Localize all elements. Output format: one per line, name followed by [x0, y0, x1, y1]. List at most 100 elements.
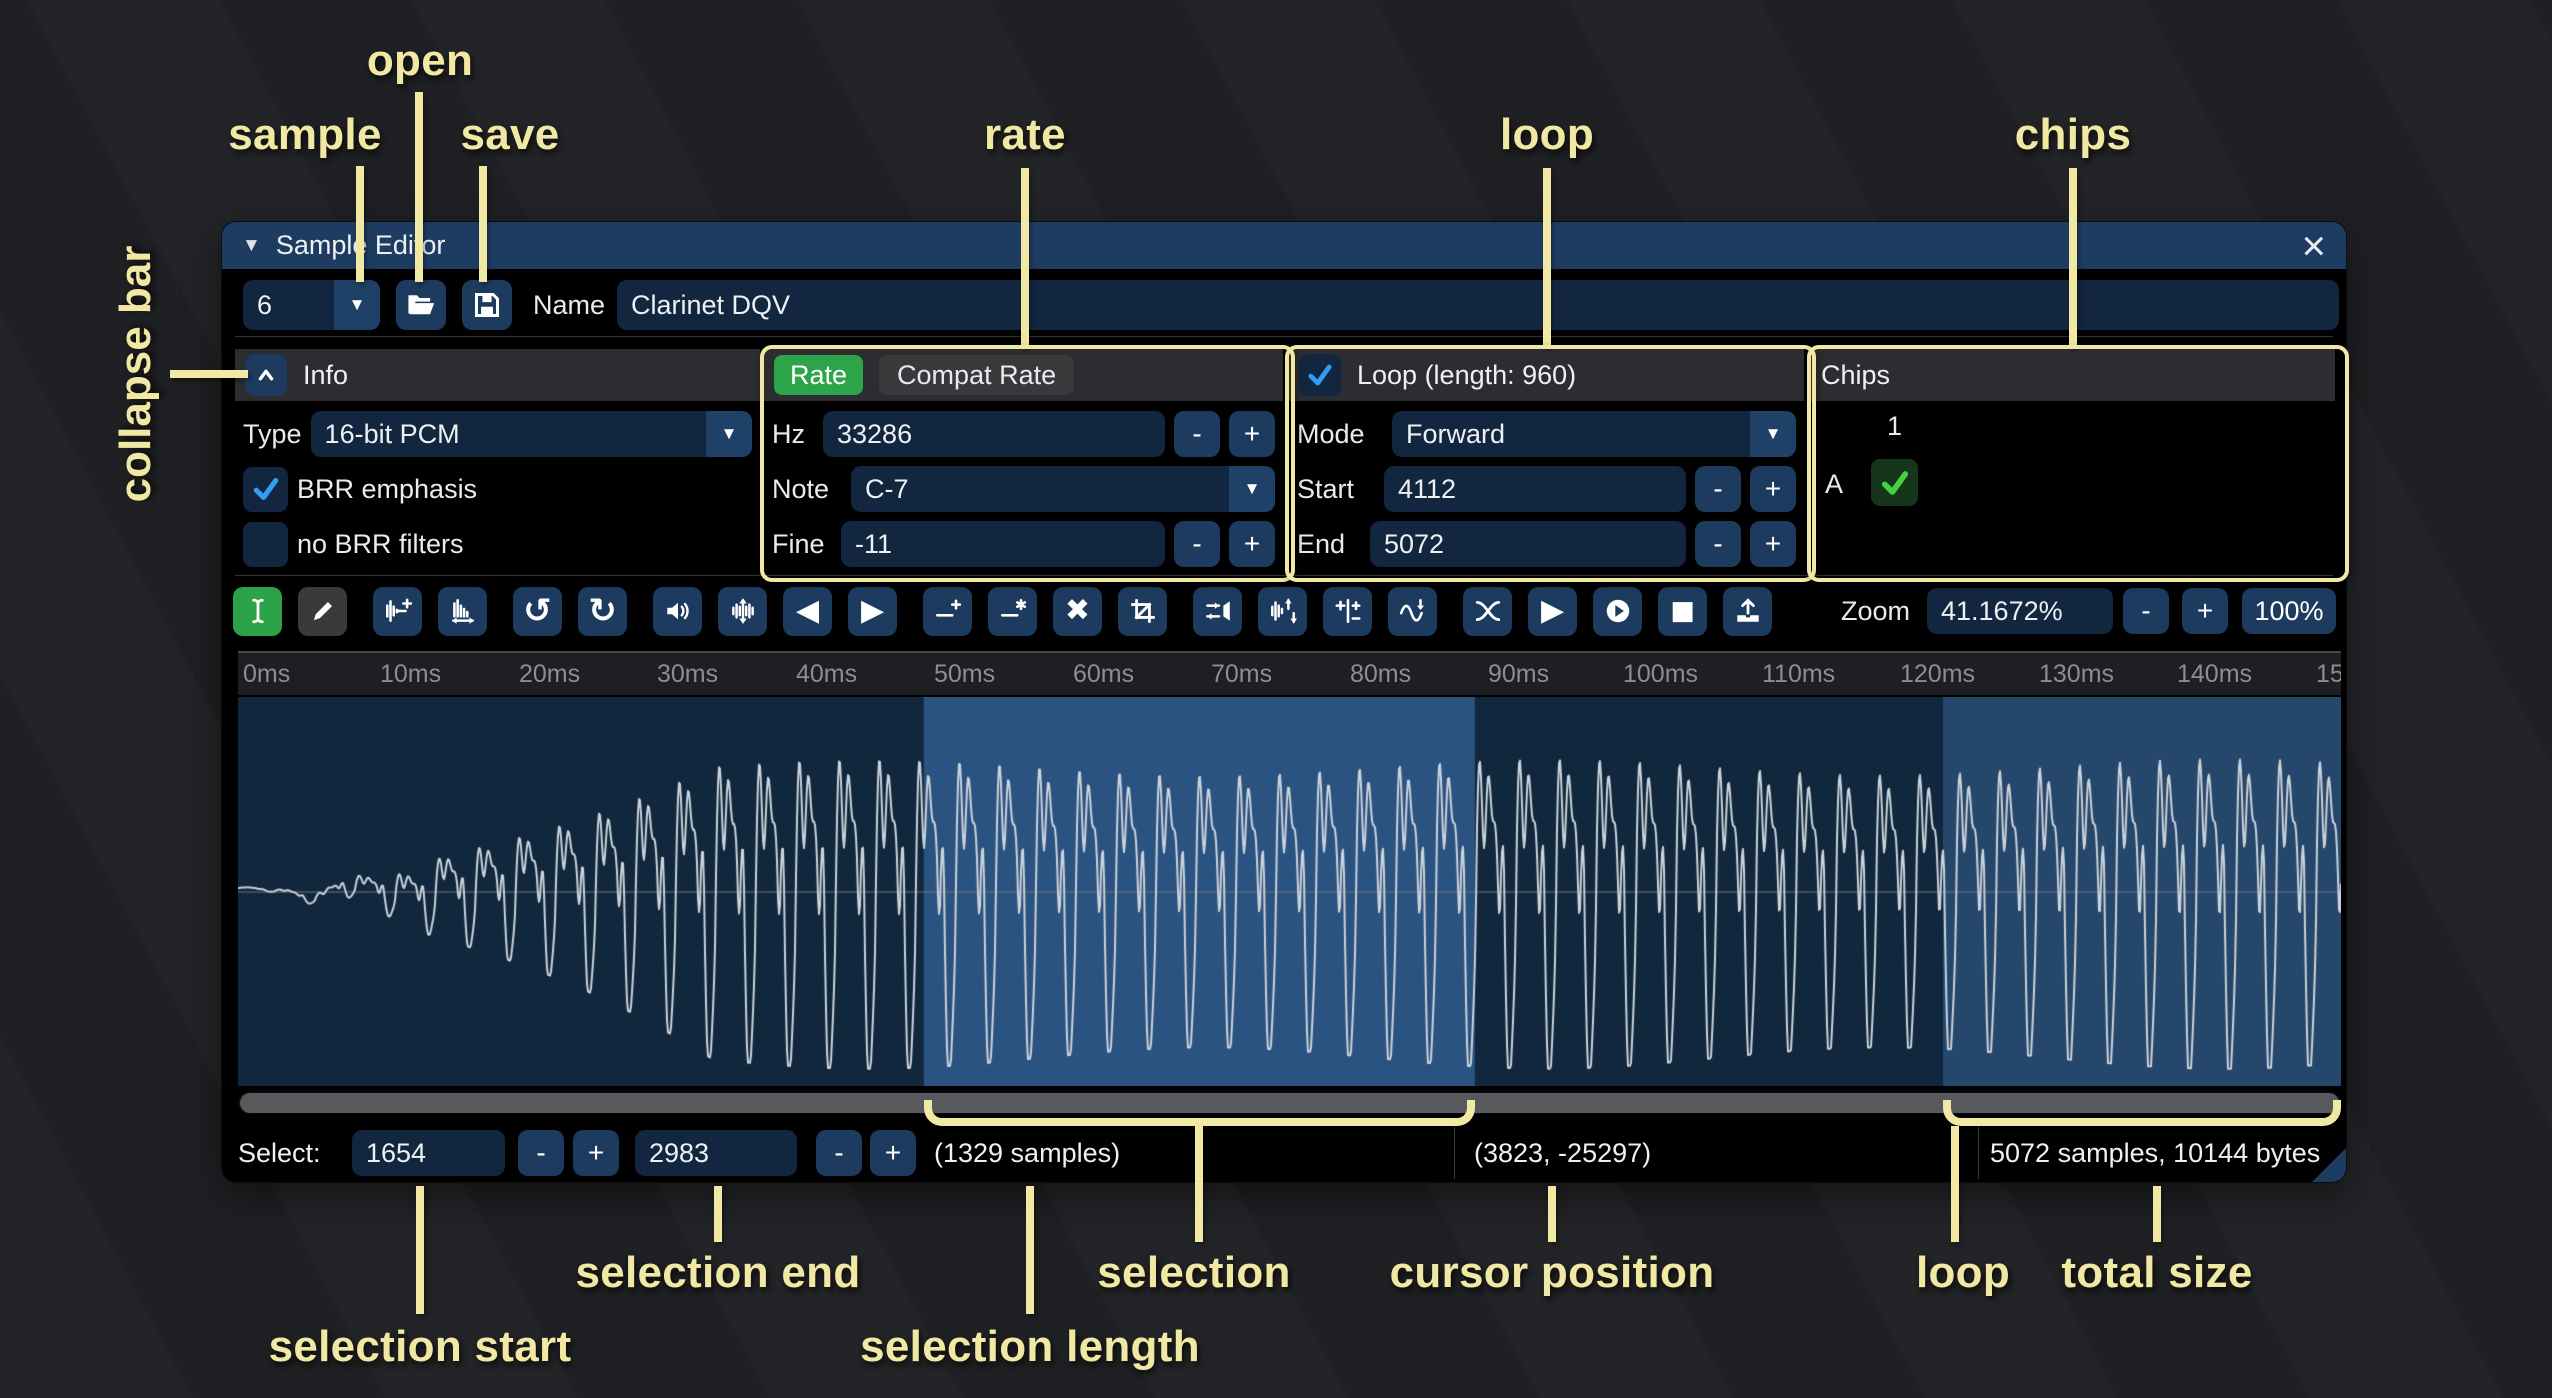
hz-input[interactable]: 33286	[823, 411, 1165, 457]
stop-icon: ■	[1670, 598, 1695, 624]
sample-type-select[interactable]: 16-bit PCM ▼	[311, 411, 752, 457]
loop-mode-select[interactable]: Forward ▼	[1392, 411, 1796, 457]
loop-start-minus-button[interactable]: -	[1695, 466, 1741, 512]
crossfade-button[interactable]	[1463, 587, 1512, 636]
annotation-line-save	[479, 166, 487, 282]
resize-sample-button[interactable]	[373, 587, 422, 636]
resample-button[interactable]	[438, 587, 487, 636]
insert-silence-button[interactable]	[923, 587, 972, 636]
zoom-input[interactable]: 41.1672%	[1927, 588, 2113, 634]
window-collapse-triangle-icon[interactable]: ▼	[242, 235, 261, 257]
ruler-tick: 130ms	[2039, 660, 2114, 689]
amplify-button[interactable]	[653, 587, 702, 636]
trim-button[interactable]	[1118, 587, 1167, 636]
selection-end-minus-button[interactable]: -	[816, 1130, 862, 1176]
waveform-display[interactable]	[238, 697, 2341, 1086]
chevron-up-icon	[253, 362, 279, 388]
fade-in-button[interactable]: ◀	[783, 587, 832, 636]
export-button[interactable]	[1723, 587, 1772, 636]
brr-emphasis-checkbox[interactable]	[243, 467, 288, 512]
loop-end-input[interactable]: 5072	[1370, 521, 1686, 567]
window-resize-grip[interactable]	[2312, 1148, 2346, 1182]
fine-minus-button[interactable]: -	[1174, 521, 1220, 567]
compat-rate-tab[interactable]: Compat Rate	[879, 355, 1074, 395]
delete-cross-icon: ✖	[1065, 596, 1090, 626]
selection-start-plus-button[interactable]: +	[573, 1130, 619, 1176]
chip-row-label: A	[1825, 461, 1843, 508]
check-icon	[1304, 359, 1336, 391]
invert-button[interactable]	[1258, 587, 1307, 636]
fade-out-button[interactable]: ▶	[848, 587, 897, 636]
chevron-down-icon[interactable]: ▼	[1750, 411, 1796, 457]
loop-checkbox[interactable]	[1299, 354, 1341, 396]
window-titlebar[interactable]: ▼ Sample Editor ×	[222, 222, 2346, 269]
redo-button[interactable]: ↻	[578, 587, 627, 636]
ruler-tick: 140ms	[2177, 660, 2252, 689]
play-loop-button[interactable]	[1593, 587, 1642, 636]
hz-label: Hz	[772, 419, 814, 450]
zoom-reset-button[interactable]: 100%	[2242, 588, 2336, 634]
chevron-down-icon[interactable]: ▼	[334, 280, 380, 330]
edit-mode-select-button[interactable]	[233, 587, 282, 636]
normalize-icon	[728, 596, 758, 626]
loop-end-plus-button[interactable]: +	[1750, 521, 1796, 567]
selection-end-value: 2983	[649, 1138, 709, 1169]
loop-end-minus-button[interactable]: -	[1695, 521, 1741, 567]
apply-silence-button[interactable]	[988, 587, 1037, 636]
select-label: Select:	[238, 1125, 321, 1182]
no-brr-filters-checkbox[interactable]	[243, 522, 288, 567]
crossfade-icon	[1473, 596, 1503, 626]
zoom-value: 41.1672%	[1941, 596, 2063, 627]
ruler-tick: 100ms	[1623, 660, 1698, 689]
close-icon[interactable]: ×	[2301, 226, 2326, 266]
stop-button[interactable]: ■	[1658, 587, 1707, 636]
chevron-down-icon[interactable]: ▼	[1229, 466, 1275, 512]
collapse-bar-button[interactable]	[245, 354, 287, 396]
loop-mode-value: Forward	[1406, 419, 1505, 450]
cursor-position-text: (3823, -25297)	[1474, 1125, 1651, 1182]
zoom-out-button[interactable]: -	[2123, 588, 2169, 634]
selection-start-input[interactable]: 1654	[352, 1130, 505, 1176]
ruler-tick: 50ms	[934, 660, 995, 689]
ruler-tick: 70ms	[1211, 660, 1272, 689]
normalize-button[interactable]	[718, 587, 767, 636]
rate-tab[interactable]: Rate	[774, 355, 863, 395]
annotation-bracket-selection	[924, 1100, 1475, 1126]
fade-out-icon: ▶	[861, 596, 884, 626]
annotation-chips: chips	[2015, 110, 2131, 160]
annotation-line-sample	[356, 166, 364, 282]
annotation-bracket-loop	[1943, 1100, 2341, 1126]
delete-button[interactable]: ✖	[1053, 587, 1102, 636]
selection-start-minus-button[interactable]: -	[518, 1130, 564, 1176]
sign-button[interactable]	[1323, 587, 1372, 636]
name-label: Name	[533, 280, 605, 330]
play-loop-icon	[1603, 596, 1633, 626]
loop-section-header: Loop (length: 960)	[1289, 349, 1804, 401]
selection-end-plus-button[interactable]: +	[870, 1130, 916, 1176]
draw-mode-button[interactable]	[298, 587, 347, 636]
annotation-selection: selection	[1097, 1248, 1290, 1298]
note-select[interactable]: C-7 ▼	[851, 466, 1275, 512]
sample-selector[interactable]: 6 ▼	[243, 280, 380, 330]
note-label: Note	[772, 474, 842, 505]
sample-name-input[interactable]: Clarinet DQV	[617, 280, 2339, 330]
undo-button[interactable]: ↺	[513, 587, 562, 636]
hz-minus-button[interactable]: -	[1174, 411, 1220, 457]
selection-end-input[interactable]: 2983	[635, 1130, 797, 1176]
filter-button[interactable]	[1388, 587, 1437, 636]
zoom-in-button[interactable]: +	[2182, 588, 2228, 634]
chevron-down-icon[interactable]: ▼	[706, 411, 752, 457]
save-sample-button[interactable]	[462, 280, 512, 330]
hz-plus-button[interactable]: +	[1229, 411, 1275, 457]
loop-start-plus-button[interactable]: +	[1750, 466, 1796, 512]
fine-plus-button[interactable]: +	[1229, 521, 1275, 567]
preview-play-button[interactable]: ▶	[1528, 587, 1577, 636]
loop-start-input[interactable]: 4112	[1384, 466, 1686, 512]
play-icon: ▶	[1541, 596, 1564, 626]
open-sample-button[interactable]	[396, 280, 446, 330]
reverse-button[interactable]	[1193, 587, 1242, 636]
chip-enable-checkbox[interactable]	[1871, 459, 1918, 506]
type-label: Type	[243, 419, 302, 450]
chips-section: Chips 1 A	[1811, 349, 2335, 569]
fine-input[interactable]: -11	[841, 521, 1165, 567]
